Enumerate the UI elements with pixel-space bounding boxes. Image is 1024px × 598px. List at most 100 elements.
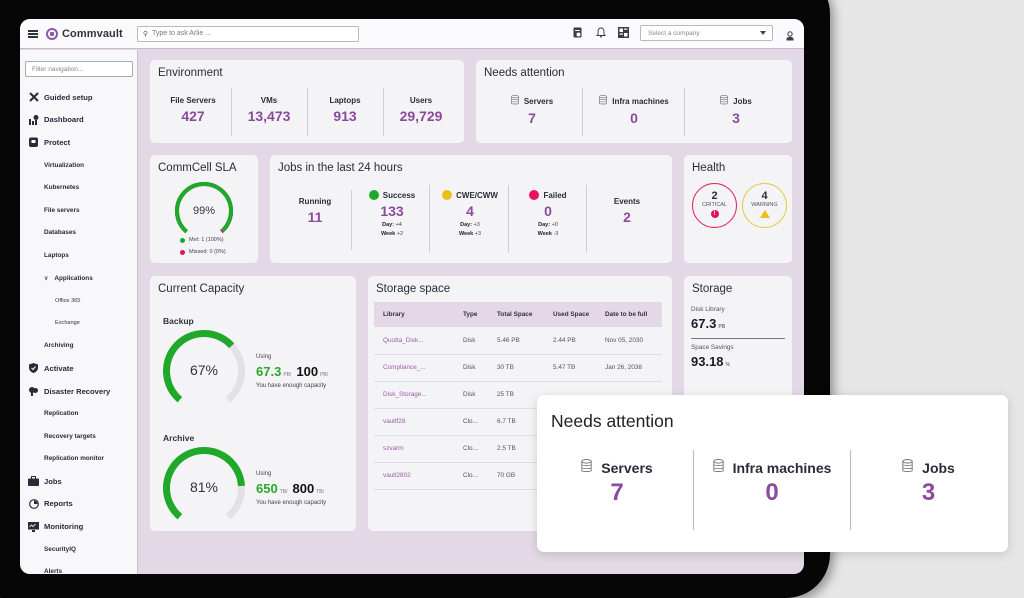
- user-icon[interactable]: [786, 28, 794, 41]
- sidebar-item-securityiq[interactable]: SecurityIQ: [20, 538, 138, 561]
- sidebar-item-label: Office 365: [55, 297, 81, 304]
- sidebar-item-applications[interactable]: ∨ Applications: [20, 267, 138, 290]
- sidebar-item-exchange[interactable]: Exchange: [20, 312, 138, 335]
- library-cell[interactable]: vaultf28: [374, 408, 454, 436]
- sidebar-item-monitoring[interactable]: Monitoring: [20, 515, 138, 538]
- sidebar-item-replication[interactable]: Replication: [20, 402, 138, 425]
- library-cell[interactable]: vault2802: [374, 462, 454, 490]
- grid-icon[interactable]: [618, 26, 629, 38]
- attention-jobs[interactable]: Jobs 3: [686, 94, 786, 126]
- jobs-cwe[interactable]: CWE/CWW 4 Day: +3 Week +3: [432, 190, 508, 237]
- metric-label: Servers: [601, 459, 653, 476]
- filter-navigation-input[interactable]: Filter navigation...: [25, 61, 133, 77]
- sidebar-item-reports[interactable]: Reports: [20, 493, 138, 516]
- health-critical[interactable]: 2 CRITICAL !: [692, 183, 737, 228]
- sidebar-item-laptops[interactable]: Laptops: [20, 244, 138, 267]
- company-select[interactable]: Select a company: [640, 25, 773, 41]
- divider: [383, 88, 384, 136]
- metric-label: VMs: [260, 96, 278, 105]
- logo[interactable]: Commvault: [46, 27, 123, 40]
- metric-value: 3: [921, 479, 936, 506]
- sidebar: Filter navigation... Guided setup Dashboa…: [20, 50, 138, 574]
- sidebar-item-label: Databases: [44, 229, 76, 237]
- col-total-space[interactable]: Total Space: [488, 302, 544, 327]
- sidebar-item-file-servers[interactable]: File servers: [20, 199, 138, 222]
- library-cell[interactable]: Compliance_...: [374, 354, 454, 382]
- search-icon: ⚲: [142, 30, 148, 38]
- calendar-icon[interactable]: [572, 26, 583, 38]
- capacity-title: Current Capacity: [158, 283, 245, 295]
- metric-label-row: Infra machines: [584, 94, 684, 107]
- metric-value: 133: [380, 203, 404, 219]
- space-savings-value: 93.18%: [691, 354, 730, 369]
- col-type[interactable]: Type: [454, 302, 488, 327]
- disk-library-value: 67.3 PB: [691, 316, 725, 331]
- chevron-down-icon[interactable]: ∨: [44, 275, 48, 282]
- used-space-cell: 5.47 TB: [544, 354, 596, 382]
- bell-icon[interactable]: [595, 26, 606, 38]
- sidebar-item-databases[interactable]: Databases: [20, 222, 138, 245]
- col-date-full[interactable]: Date to be full: [596, 302, 662, 327]
- attention-servers[interactable]: Servers 7: [482, 94, 582, 126]
- sla-card[interactable]: CommCell SLA 99% Met: 1 (100%) Missed: 0…: [150, 155, 258, 263]
- metric-value: 0: [765, 479, 779, 506]
- sidebar-item-dashboard[interactable]: Dashboard: [20, 109, 138, 132]
- sidebar-item-protect[interactable]: Protect: [20, 131, 138, 154]
- sidebar-item-alerts[interactable]: Alerts: [20, 560, 138, 574]
- metric-users[interactable]: Users 29,729: [388, 96, 454, 124]
- sidebar-item-recovery-targets[interactable]: Recovery targets: [20, 425, 138, 448]
- jobs-success[interactable]: Success 133 Day: +4 Week +2: [356, 190, 428, 237]
- library-cell[interactable]: Disk_Storage...: [374, 381, 454, 409]
- sidebar-item-virtualization[interactable]: Virtualization: [20, 154, 138, 177]
- popup-servers[interactable]: Servers 7: [541, 459, 693, 507]
- sidebar-item-archiving[interactable]: Archiving: [20, 335, 138, 358]
- health-warning[interactable]: 4 WARNING: [742, 183, 787, 228]
- popup-infra-machines[interactable]: Infra machines 0: [694, 459, 850, 507]
- sidebar-item-replication-monitor[interactable]: Replication monitor: [20, 448, 138, 471]
- jobs-failed[interactable]: Failed 0 Day: +0 Week -3: [511, 190, 585, 237]
- hamburger-menu-icon[interactable]: [28, 29, 38, 38]
- sidebar-item-label: Alerts: [44, 568, 63, 574]
- sidebar-item-label: Replication: [44, 410, 79, 418]
- sidebar-item-jobs[interactable]: Jobs: [20, 470, 138, 493]
- sla-legend-missed: Missed: 0 (0%): [180, 249, 226, 255]
- metric-laptops[interactable]: Laptops 913: [312, 96, 378, 124]
- col-library[interactable]: Library: [374, 302, 454, 327]
- col-used-space[interactable]: Used Space: [544, 302, 596, 327]
- sidebar-item-office-365[interactable]: Office 365: [20, 289, 138, 312]
- divider: [691, 338, 785, 339]
- library-cell[interactable]: Quotta_Disk...: [374, 327, 454, 355]
- jobs-running[interactable]: Running 11: [280, 197, 350, 225]
- table-row[interactable]: Compliance_... Disk 30 TB 5.47 TB Jan 26, 20…: [374, 354, 662, 382]
- attention-infra-machines[interactable]: Infra machines 0: [584, 94, 684, 126]
- metric-value: 3: [732, 110, 740, 126]
- table-row[interactable]: Quotta_Disk... Disk 5.46 PB 2.44 PB Nov 05, …: [374, 327, 662, 355]
- ask-arlie-search-input[interactable]: ⚲ Type to ask Arlie ...: [136, 25, 359, 42]
- briefcase-icon: [28, 476, 39, 487]
- jobs-events[interactable]: Events 2: [590, 197, 664, 225]
- sidebar-item-label: Replication monitor: [44, 455, 105, 463]
- library-cell[interactable]: szvarm: [374, 435, 454, 463]
- day-delta: Day: +4: [382, 222, 402, 228]
- total-space-cell: 70 GB: [488, 462, 544, 490]
- space-savings-number: 93.18: [691, 354, 724, 369]
- popup-jobs[interactable]: Jobs 3: [851, 459, 1006, 507]
- tools-icon: [28, 92, 39, 103]
- divider: [351, 190, 352, 250]
- metric-label: Jobs: [922, 459, 955, 476]
- metric-vms[interactable]: VMs 13,473: [236, 96, 302, 124]
- sidebar-item-label: Recovery targets: [44, 432, 96, 440]
- sidebar-item-disaster-recovery[interactable]: Disaster Recovery: [20, 380, 138, 403]
- sidebar-item-label: Reports: [44, 499, 73, 509]
- sidebar-item-guided-setup[interactable]: Guided setup: [20, 86, 138, 109]
- metric-file-servers[interactable]: File Servers 427: [160, 96, 226, 124]
- week-delta: Week -3: [537, 231, 559, 237]
- sidebar-item-kubernetes[interactable]: Kubernetes: [20, 176, 138, 199]
- metric-label: Jobs: [733, 96, 752, 106]
- metric-label: CWE/CWW: [456, 190, 498, 200]
- warning-label: WARNING: [751, 202, 778, 208]
- metric-value: 2: [623, 209, 631, 225]
- sidebar-item-activate[interactable]: Activate: [20, 357, 138, 380]
- type-cell: Clo...: [454, 435, 488, 463]
- monitor-icon: [28, 521, 39, 532]
